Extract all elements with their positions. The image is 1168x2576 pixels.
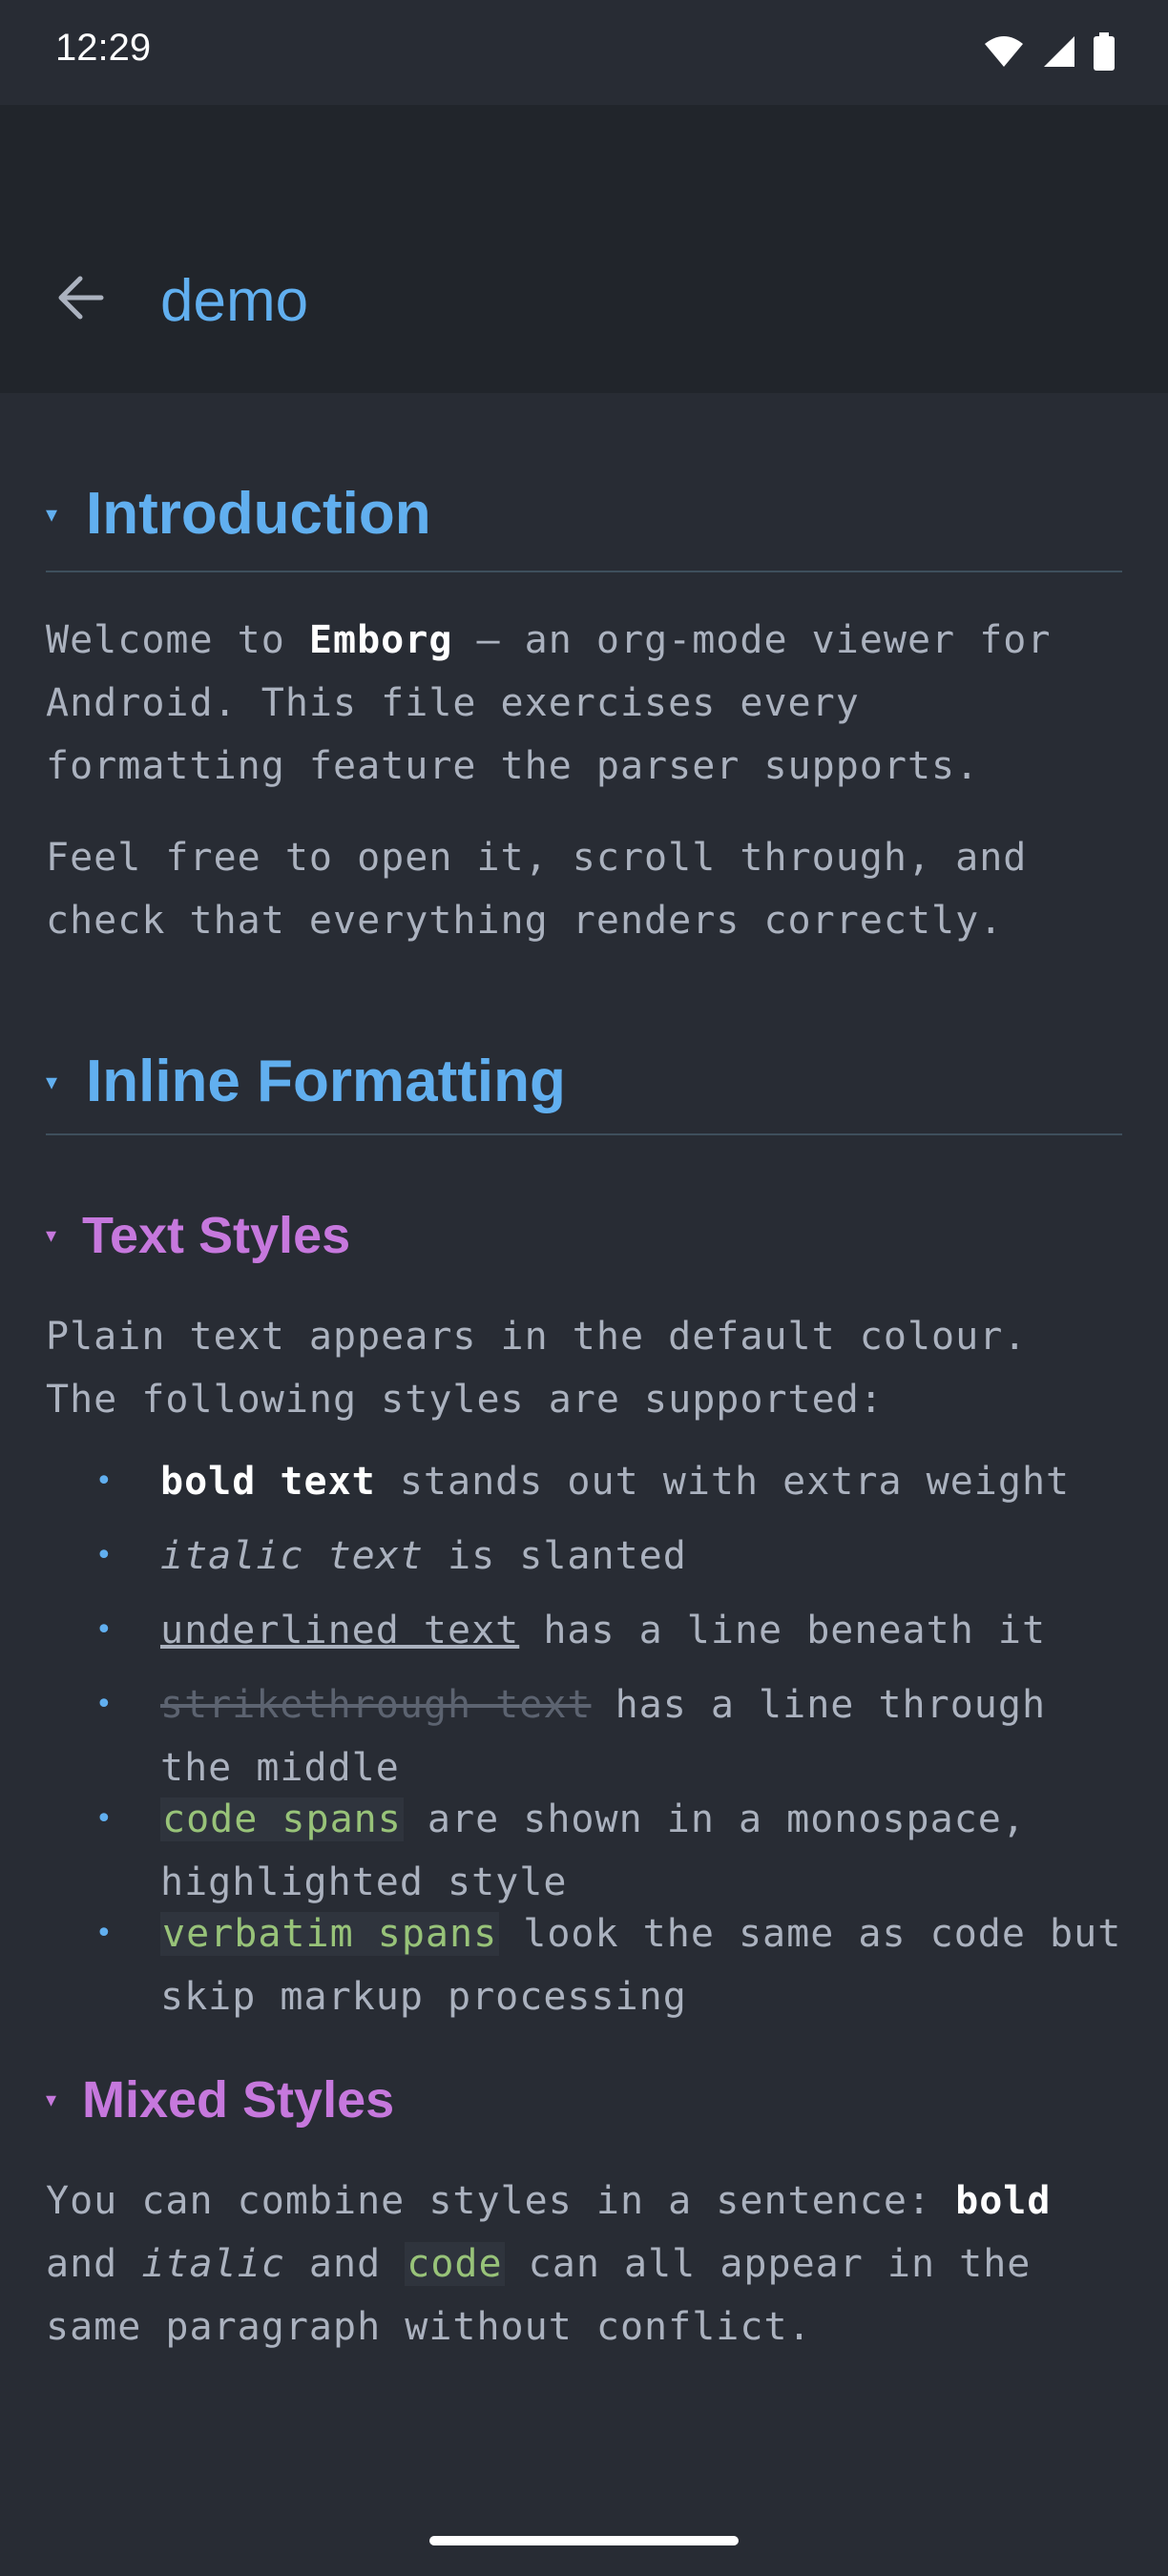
text-styles-intro: Plain text appears in the default colour… [46, 1315, 1028, 1422]
text-span: and [46, 2242, 142, 2286]
heading-inline-formatting[interactable]: ▾ Inline Formatting [46, 952, 1122, 1135]
text-span: has a line beneath it [519, 1609, 1047, 1652]
list-item: • bold text stands out with extra weight [46, 1450, 1122, 1513]
app-bar: demo [0, 105, 1168, 393]
code-span: code [405, 2242, 505, 2286]
text-span: stands out with extra weight [375, 1460, 1071, 1504]
wifi-icon [983, 34, 1025, 69]
mixed-styles-paragraph: You can combine styles in a sentence: bo… [46, 2170, 1122, 2358]
bullet: • [95, 1465, 114, 1498]
text-span: You can combine styles in a sentence: [46, 2179, 956, 2223]
list-item: • underlined text has a line beneath it [46, 1599, 1122, 1662]
collapse-caret-icon: ▾ [46, 2088, 57, 2112]
text-span: Welcome to [46, 618, 309, 662]
collapse-caret-icon: ▾ [46, 1223, 57, 1248]
list-item: • strikethrough text has a line through … [46, 1673, 1122, 1799]
bold-span: bold text [160, 1460, 376, 1504]
heading-title: Mixed Styles [82, 2071, 395, 2129]
status-time: 12:29 [55, 27, 152, 69]
bold-span: Emborg [308, 618, 453, 662]
heading-title: Text Styles [82, 1207, 351, 1264]
heading-text-styles[interactable]: ▾ Text Styles [46, 1210, 1122, 1261]
list-item: • code spans are shown in a monospace, h… [46, 1788, 1122, 1914]
home-indicator[interactable] [429, 2536, 739, 2545]
text-span: and [284, 2242, 406, 2286]
verbatim-span: verbatim spans [160, 1912, 500, 1956]
back-button[interactable] [38, 258, 122, 342]
heading-mixed-styles[interactable]: ▾ Mixed Styles [46, 2074, 1122, 2126]
italic-span: italic text [160, 1534, 424, 1578]
collapse-caret-icon: ▾ [46, 1069, 58, 1095]
bullet: • [95, 1688, 114, 1721]
bullet: • [95, 1613, 114, 1647]
strike-span: strikethrough text [160, 1683, 592, 1727]
list-item: • verbatim spans look the same as code b… [46, 1902, 1122, 2028]
signal-icon [1042, 34, 1076, 69]
intro-paragraph-2: Feel free to open it, scroll through, an… [46, 836, 1028, 943]
bullet: • [95, 1539, 114, 1572]
back-arrow-icon [55, 275, 105, 324]
heading-title: Introduction [86, 481, 431, 547]
intro-paragraph-1: Welcome to Emborg — an org-mode viewer f… [46, 609, 1122, 798]
heading-title: Inline Formatting [86, 1049, 566, 1114]
status-icons [983, 32, 1115, 71]
app-title: demo [160, 268, 309, 334]
collapse-caret-icon: ▾ [46, 501, 58, 528]
bullet: • [95, 1917, 114, 1950]
bullet: • [95, 1802, 114, 1836]
styles-list: • bold text stands out with extra weight… [46, 1450, 1122, 2028]
bold-span: bold [955, 2179, 1052, 2223]
code-span: code spans [160, 1797, 404, 1841]
text-span: is slanted [423, 1534, 687, 1578]
document-content: ▾ Introduction Welcome to Emborg — an or… [46, 393, 1122, 2358]
italic-span: italic [141, 2242, 285, 2286]
list-item: • italic text is slanted [46, 1525, 1122, 1588]
status-bar: 12:29 [0, 0, 1168, 105]
underline-span: underlined text [160, 1609, 520, 1652]
battery-icon [1094, 32, 1115, 71]
heading-introduction[interactable]: ▾ Introduction [46, 393, 1122, 572]
